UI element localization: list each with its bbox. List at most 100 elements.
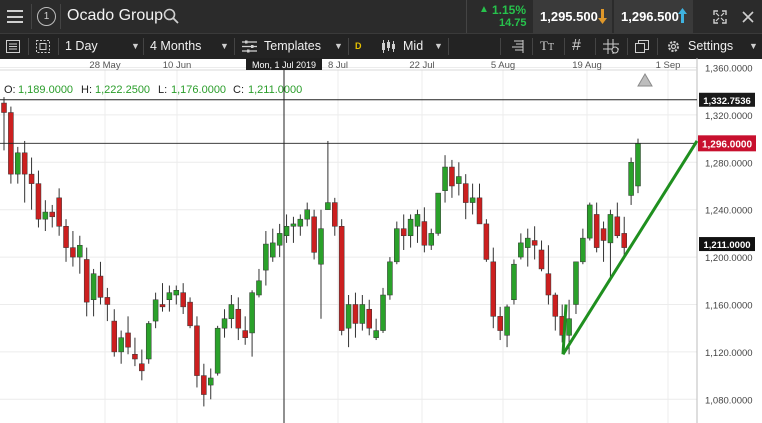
candle-body [21,152,28,175]
candle-up [166,285,173,312]
scroll-marker-icon[interactable] [637,73,653,87]
buy-button[interactable]: 1,296.500 [614,0,693,33]
grid-icon[interactable]: # [572,37,581,55]
ohlc-close-value: 1,211.0000 [248,84,302,96]
change-percent: 1.15% [492,3,527,17]
crosshair-settings-icon[interactable] [603,39,619,54]
chevron-down-icon[interactable]: ▼ [434,34,443,59]
candle-body [352,304,359,324]
hamburger-icon[interactable] [7,10,23,23]
candle-up [456,162,462,196]
price-type-icon[interactable] [381,40,396,53]
ohlc-close-label: C: [233,84,244,96]
ohlc-low-label: L: [158,84,167,96]
candle-body [28,173,35,184]
sell-button[interactable]: 1,295.500 [533,0,612,33]
divider [28,38,29,55]
candle-body [152,299,159,322]
templates-icon[interactable] [242,40,257,53]
candle-down [242,316,248,345]
candle-down [538,240,545,272]
candle-up [263,231,269,286]
arrow-down-icon [598,9,607,24]
candle-body [145,323,152,360]
crosshair-date-label: Mon, 1 Jul 2019 [252,60,316,70]
candle-body [476,197,483,225]
candle-body [407,218,414,237]
candle-up [580,228,586,265]
indicator-list-icon[interactable] [510,40,524,53]
close-icon[interactable] [742,11,754,23]
candle-body [600,228,607,241]
candle-body [518,242,524,258]
candle-down [8,106,14,184]
candle-down [462,174,469,220]
window-icon[interactable] [635,40,649,53]
chevron-down-icon[interactable]: ▼ [334,34,343,59]
chevron-down-icon[interactable]: ▼ [131,34,140,59]
info-circle-icon[interactable]: 1 [37,7,56,26]
candle-body [249,292,255,334]
candle-body [531,240,538,246]
candle-body [318,228,324,265]
candle-down [614,202,621,239]
candle-down [70,231,76,267]
y-tick-label: 1,200.0000 [705,253,753,264]
candle-body [552,294,559,317]
chart-grid [0,66,697,423]
ohlc-legend: O: 1,189.0000 H: 1,222.2500 L: 1,176.000… [4,84,302,96]
candle-up [587,202,593,241]
candle-body [497,316,503,331]
candle-body [207,377,214,386]
candle-down [97,261,104,305]
range-select[interactable]: 4 Months [150,34,201,59]
x-tick-label: 10 Jun [163,60,192,71]
settings-button[interactable]: Settings [688,34,733,59]
candle-up [414,209,421,243]
layout-icon[interactable] [36,40,50,53]
fullscreen-icon[interactable] [713,10,727,24]
candle-body [573,261,579,305]
search-icon[interactable] [163,8,179,24]
ohlc-high-value: 1,222.2500 [95,84,150,96]
interval-select[interactable]: 1 Day [65,34,98,59]
arrow-up-icon [678,8,687,23]
candle-body [428,233,435,246]
candle-body [628,162,634,196]
chevron-down-icon[interactable]: ▼ [749,34,758,59]
ohlc-open-value: 1,189.0000 [18,84,73,96]
candle-down [49,204,55,228]
candle-body [139,363,145,372]
y-axis-labels: 1,080.0000 1,120.0000 1,160.0000 1,200.0000… [705,63,753,406]
x-axis-labels: 28 May 10 Jun Mon, 1 Jul 2019 8 Jul 22 Jul 5 … [89,58,680,71]
candle-up [214,325,221,376]
x-tick-label: 22 Jul [409,60,434,71]
candle-body [442,166,448,191]
candle-body [49,211,55,218]
candle-body [270,242,276,258]
candle-body [42,211,49,220]
list-icon[interactable] [6,40,20,53]
candle-up [304,202,310,227]
candle-up [297,214,304,236]
instrument-title[interactable]: Ocado Group [67,7,163,25]
candle-body [201,375,207,395]
candle-up [435,192,441,236]
price-type-select[interactable]: Mid [403,34,423,59]
templates-button[interactable]: Templates [264,34,321,59]
candle-body [97,275,104,298]
chevron-down-icon[interactable]: ▼ [220,34,229,59]
candle-body [373,330,379,338]
current-price-label: 1,296.0000 [702,139,752,150]
gear-icon[interactable] [666,39,681,54]
candle-body [283,226,290,237]
divider [348,38,349,55]
candle-body [462,183,469,203]
text-icon[interactable]: TT [540,38,554,54]
candlestick-chart[interactable]: 28 May 10 Jun Mon, 1 Jul 2019 8 Jul 22 Jul 5 … [0,58,762,423]
d-badge[interactable]: D [355,41,362,52]
x-tick-label: 19 Aug [572,60,602,71]
candle-body [366,308,372,329]
candle-body [449,166,455,187]
candle-body [90,273,97,301]
